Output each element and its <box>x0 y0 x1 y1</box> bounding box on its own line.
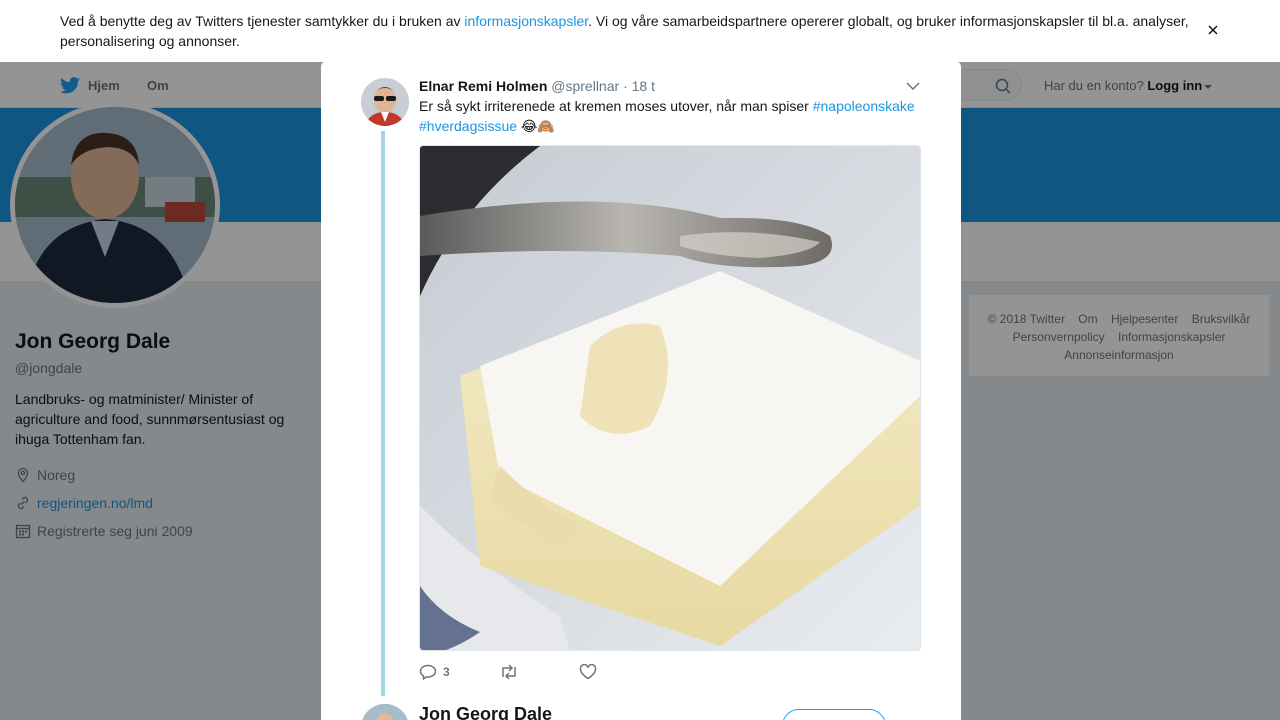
tweet-menu-button[interactable] <box>905 79 921 93</box>
hashtag-link[interactable]: #hverdagsissue <box>419 118 517 134</box>
tweet-author-handle[interactable]: @sprellnar <box>551 78 619 94</box>
tweet-author-avatar[interactable] <box>361 78 409 126</box>
follow-button[interactable] <box>782 709 886 720</box>
reply-author-name[interactable]: Jon Georg Dale <box>419 704 552 720</box>
tweet-modal: Elnar Remi Holmen @sprellnar · 18 t Er s… <box>321 61 961 720</box>
reply-author-avatar[interactable] <box>361 704 409 720</box>
close-icon <box>1237 16 1255 34</box>
retweet-icon <box>502 664 516 680</box>
tweet-text: Er så sykt irriterenede at kremen moses … <box>419 96 929 136</box>
tweet-timestamp[interactable]: 18 t <box>632 78 655 94</box>
retweet-button[interactable] <box>499 664 579 680</box>
reply-icon <box>419 664 437 680</box>
tweet-photo[interactable] <box>419 145 921 651</box>
cookie-link[interactable]: informasjonskapsler <box>464 13 588 29</box>
modal-close-button[interactable] <box>1234 13 1258 37</box>
tweet-actions: 3 <box>419 661 603 683</box>
cookie-banner-text: Ved å benytte deg av Twitters tjenester … <box>60 11 1200 51</box>
tweet-body: Er så sykt irriterenede at kremen moses … <box>419 98 813 114</box>
tweet-separator: · <box>623 78 628 94</box>
chevron-down-icon <box>906 82 920 90</box>
like-button[interactable] <box>579 664 603 680</box>
tweet-author-name[interactable]: Elnar Remi Holmen <box>419 78 547 94</box>
cookie-close-button[interactable] <box>1204 21 1222 39</box>
tweet-emoji: 😂🙈 <box>520 118 555 134</box>
reply-button[interactable]: 3 <box>419 664 499 680</box>
reply-count: 3 <box>443 665 450 679</box>
hashtag-link[interactable]: #napoleonskake <box>813 98 915 114</box>
cookie-banner: Ved å benytte deg av Twitters tjenester … <box>0 0 1280 62</box>
close-icon <box>1208 25 1218 35</box>
cookie-text-before: Ved å benytte deg av Twitters tjenester … <box>60 13 465 29</box>
heart-icon <box>579 664 597 680</box>
thread-connector <box>381 131 385 696</box>
tweet-header: Elnar Remi Holmen @sprellnar · 18 t <box>419 77 655 95</box>
